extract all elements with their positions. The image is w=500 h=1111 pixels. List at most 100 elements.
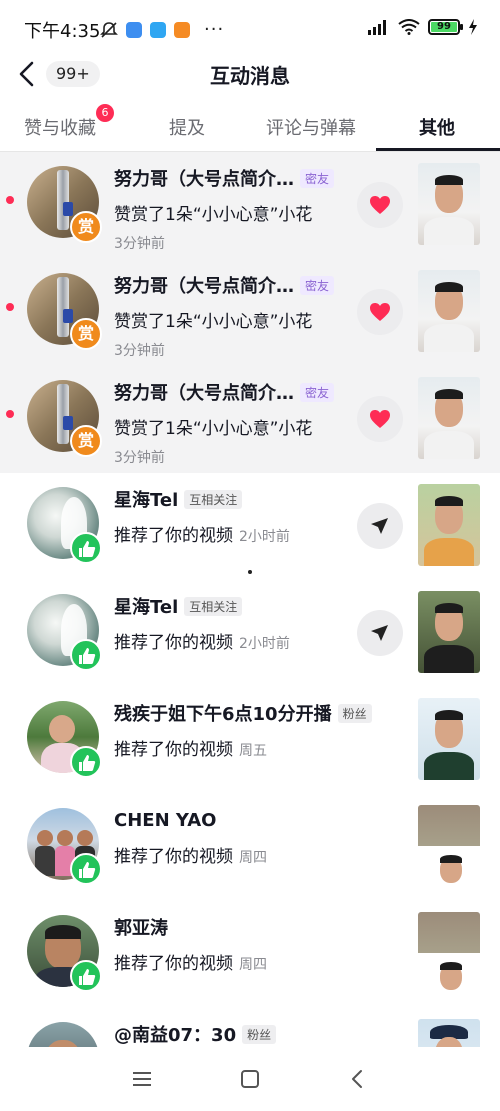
heart-button[interactable] bbox=[357, 182, 403, 228]
system-nav-bar bbox=[0, 1047, 500, 1111]
username[interactable]: 郭亚涛 bbox=[114, 914, 168, 940]
video-thumbnail[interactable] bbox=[418, 377, 480, 459]
status-time: 下午4:35 bbox=[24, 21, 101, 42]
notification-row[interactable]: 星海Tel 互相关注 推荐了你的视频 2小时前 bbox=[0, 580, 500, 687]
status-bar: 下午4:35 ··· 99 bbox=[0, 0, 500, 56]
app-notification-icon bbox=[150, 21, 166, 38]
notification-row[interactable]: 赏 努力哥（大号点简介… 密友 赞赏了1朵“小小心意”小花 3分钟前 bbox=[0, 259, 500, 366]
reward-badge-icon: 赏 bbox=[70, 211, 102, 243]
signal-icon bbox=[368, 20, 386, 35]
heart-icon bbox=[370, 410, 390, 428]
reward-badge-icon: 赏 bbox=[70, 318, 102, 350]
video-thumbnail[interactable] bbox=[418, 163, 480, 245]
avatar[interactable] bbox=[27, 1022, 99, 1047]
notification-row[interactable]: 残疾于姐下午6点10分开播 粉丝 推荐了你的视频 周五 bbox=[0, 687, 500, 794]
tab-badge: 6 bbox=[96, 104, 114, 122]
page-indicator-dot bbox=[248, 570, 252, 574]
tab-mentions[interactable]: 提及 bbox=[169, 114, 205, 150]
home-icon[interactable] bbox=[238, 1067, 262, 1091]
timestamp: 周五 bbox=[239, 743, 267, 759]
action-text: 推荐了你的视频 周四 bbox=[114, 847, 267, 867]
notification-row[interactable]: 星海Tel 互相关注 推荐了你的视频 2小时前 bbox=[0, 473, 500, 580]
action-text: 推荐了你的视频 周五 bbox=[114, 740, 267, 760]
unread-dot bbox=[6, 196, 14, 204]
thumbs-up-badge-icon bbox=[70, 746, 102, 778]
timestamp: 周四 bbox=[239, 850, 267, 866]
mute-icon bbox=[100, 21, 118, 39]
share-button[interactable] bbox=[357, 610, 403, 656]
action-text: 赞赏了1朵“小小心意”小花 bbox=[114, 312, 313, 332]
video-thumbnail[interactable] bbox=[418, 805, 480, 887]
thumbs-up-badge-icon bbox=[70, 853, 102, 885]
battery-icon: 99 bbox=[428, 19, 463, 35]
action-text: 赞赏了1朵“小小心意”小花 bbox=[114, 419, 313, 439]
heart-icon bbox=[370, 303, 390, 321]
action-text: 推荐了你的视频 周四 bbox=[114, 954, 267, 974]
notification-row[interactable]: 赏 努力哥（大号点简介… 密友 赞赏了1朵“小小心意”小花 3分钟前 bbox=[0, 366, 500, 473]
mutual-follow-tag: 互相关注 bbox=[184, 489, 243, 509]
tab-likes-favorites[interactable]: 赞与收藏 6 bbox=[24, 104, 114, 150]
unread-dot bbox=[6, 410, 14, 418]
notification-list: 赏 努力哥（大号点简介… 密友 赞赏了1朵“小小心意”小花 3分钟前 赏 努力哥… bbox=[0, 152, 500, 1047]
tab-other[interactable]: 其他 bbox=[419, 114, 455, 150]
video-thumbnail[interactable] bbox=[418, 270, 480, 352]
reward-badge-icon: 赏 bbox=[70, 425, 102, 457]
username[interactable]: 星海Tel bbox=[114, 486, 178, 512]
app-notification-icon bbox=[174, 21, 190, 38]
username[interactable]: 努力哥（大号点简介… bbox=[114, 165, 294, 191]
mutual-follow-tag: 互相关注 bbox=[184, 596, 243, 616]
video-thumbnail[interactable] bbox=[418, 484, 480, 566]
fan-tag: 粉丝 bbox=[337, 703, 372, 723]
page-title: 互动消息 bbox=[210, 64, 290, 88]
thumbs-up-badge-icon bbox=[70, 639, 102, 671]
active-tab-indicator bbox=[376, 148, 500, 151]
close-friend-tag: 密友 bbox=[300, 275, 335, 295]
share-button[interactable] bbox=[357, 503, 403, 549]
notification-row[interactable]: 郭亚涛 推荐了你的视频 周四 bbox=[0, 901, 500, 1008]
notification-row[interactable]: @南益07：30 粉丝 bbox=[0, 1008, 500, 1047]
charging-icon bbox=[469, 19, 477, 35]
video-thumbnail[interactable] bbox=[418, 912, 480, 994]
close-friend-tag: 密友 bbox=[300, 382, 335, 402]
timestamp: 3分钟前 bbox=[114, 450, 165, 466]
timestamp: 2小时前 bbox=[239, 636, 290, 652]
action-text: 赞赏了1朵“小小心意”小花 bbox=[114, 205, 313, 225]
username[interactable]: 残疾于姐下午6点10分开播 bbox=[114, 700, 332, 726]
video-thumbnail[interactable] bbox=[418, 1019, 480, 1047]
header: 99+ 互动消息 bbox=[0, 56, 500, 92]
username[interactable]: 努力哥（大号点简介… bbox=[114, 272, 294, 298]
notification-row[interactable]: 赏 努力哥（大号点简介… 密友 赞赏了1朵“小小心意”小花 3分钟前 bbox=[0, 152, 500, 259]
menu-icon[interactable] bbox=[130, 1067, 154, 1091]
status-right: 99 bbox=[366, 19, 478, 35]
timestamp: 3分钟前 bbox=[114, 236, 165, 252]
fan-tag: 粉丝 bbox=[242, 1024, 277, 1044]
wifi-icon bbox=[398, 19, 420, 35]
send-arrow-icon bbox=[371, 518, 388, 534]
thumbs-up-badge-icon bbox=[70, 960, 102, 992]
video-thumbnail[interactable] bbox=[418, 591, 480, 673]
status-left-icons: ··· bbox=[100, 19, 224, 40]
username[interactable]: 努力哥（大号点简介… bbox=[114, 379, 294, 405]
heart-button[interactable] bbox=[357, 289, 403, 335]
username[interactable]: 星海Tel bbox=[114, 593, 178, 619]
action-text: 推荐了你的视频 2小时前 bbox=[114, 633, 290, 653]
send-arrow-icon bbox=[371, 625, 388, 641]
more-notifications-icon: ··· bbox=[204, 19, 225, 40]
heart-button[interactable] bbox=[357, 396, 403, 442]
thumbs-up-badge-icon bbox=[70, 532, 102, 564]
back-icon[interactable] bbox=[346, 1067, 370, 1091]
unread-dot bbox=[6, 303, 14, 311]
tab-bar: 赞与收藏 6 提及 评论与弹幕 其他 bbox=[0, 96, 500, 152]
timestamp: 3分钟前 bbox=[114, 343, 165, 359]
username[interactable]: @南益07：30 bbox=[114, 1021, 236, 1047]
action-text: 推荐了你的视频 2小时前 bbox=[114, 526, 290, 546]
app-notification-icon bbox=[126, 21, 142, 38]
username[interactable]: CHEN YAO bbox=[114, 810, 216, 831]
timestamp: 周四 bbox=[239, 957, 267, 973]
video-thumbnail[interactable] bbox=[418, 698, 480, 780]
close-friend-tag: 密友 bbox=[300, 168, 335, 188]
tab-comments-danmaku[interactable]: 评论与弹幕 bbox=[266, 114, 356, 150]
heart-icon bbox=[370, 196, 390, 214]
timestamp: 2小时前 bbox=[239, 529, 290, 545]
notification-row[interactable]: CHEN YAO 推荐了你的视频 周四 bbox=[0, 794, 500, 901]
